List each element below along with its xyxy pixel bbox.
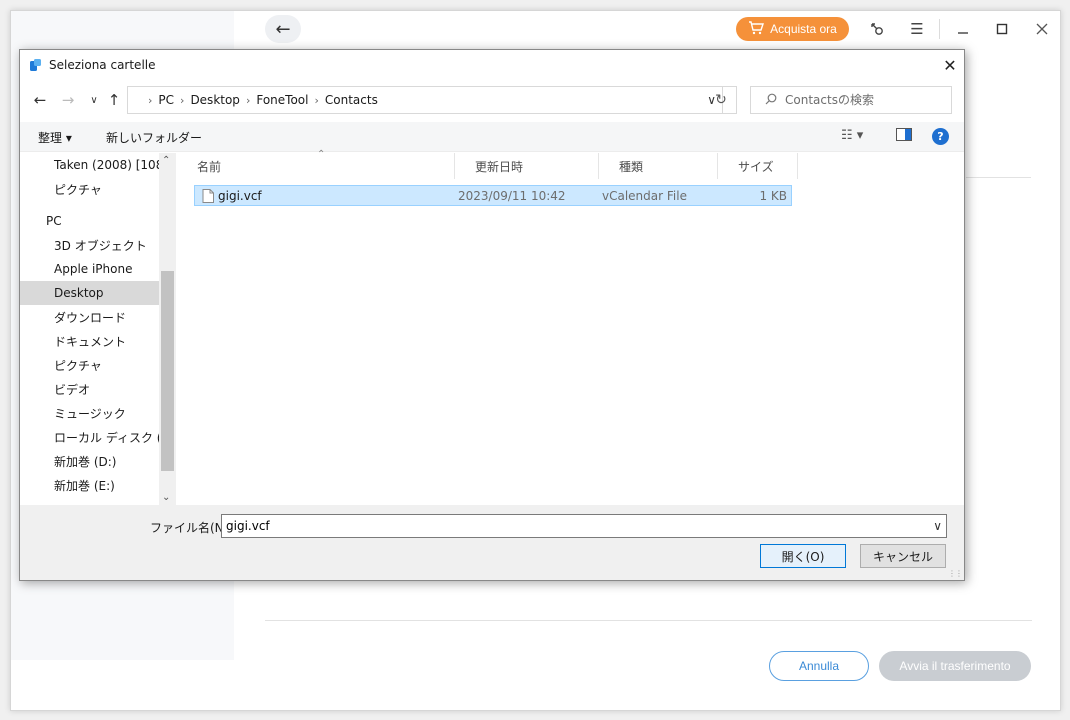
minimize-icon[interactable] — [951, 17, 975, 41]
file-modified: 2023/09/11 10:42 — [458, 189, 566, 203]
dialog-close-icon[interactable]: ✕ — [939, 54, 961, 76]
search-icon — [765, 93, 777, 108]
sort-ascending-icon: ⌃ — [317, 149, 326, 160]
preview-pane-icon[interactable] — [896, 128, 912, 145]
open-button[interactable]: 開く(O) — [760, 544, 846, 568]
nav-item[interactable]: ミュージック — [20, 401, 159, 425]
scroll-down-icon[interactable]: ⌄ — [162, 492, 170, 503]
cart-icon — [748, 20, 765, 38]
file-icon — [202, 189, 214, 203]
file-type: vCalendar File — [602, 189, 687, 203]
nav-item[interactable]: Desktop — [20, 281, 159, 305]
nav-item[interactable]: 3D オブジェクト — [20, 233, 159, 257]
column-header-name[interactable]: 名前 ⌃ — [177, 149, 455, 179]
nav-item[interactable]: Taken (2008) [1080p] — [20, 153, 176, 177]
breadcrumb-item[interactable]: FoneTool — [256, 93, 308, 107]
divider — [966, 177, 1031, 178]
nav-item[interactable]: ドキュメント — [20, 329, 159, 353]
refresh-icon[interactable]: ↻ — [706, 86, 737, 114]
search-input[interactable] — [785, 93, 935, 107]
nav-item[interactable]: ローカル ディスク (C:) — [20, 425, 176, 449]
recent-locations-chevron-icon[interactable]: ∨ — [84, 90, 104, 110]
column-header-type[interactable]: 種類 — [599, 153, 718, 179]
breadcrumb-item[interactable]: PC — [158, 93, 174, 107]
filename-input[interactable] — [226, 519, 916, 533]
app-logo-icon — [30, 59, 41, 71]
scrollbar-thumb[interactable] — [161, 271, 174, 471]
toolbar-divider — [939, 19, 940, 39]
breadcrumb-item[interactable]: Desktop — [190, 93, 240, 107]
maximize-icon[interactable] — [990, 17, 1014, 41]
close-icon[interactable] — [1030, 17, 1054, 41]
dialog-cancel-button[interactable]: キャンセル — [860, 544, 946, 568]
nav-item[interactable]: ピクチャ — [20, 353, 159, 377]
nav-forward-icon[interactable]: → — [58, 90, 78, 110]
help-icon[interactable]: ? — [932, 128, 949, 145]
breadcrumb-separator-icon[interactable]: › — [314, 94, 318, 107]
dialog-toolbar: 整理 ▾ 新しいフォルダー ☷ ▾ ? — [20, 122, 964, 152]
dialog-footer: ファイル名(N): ∨ 開く(O) キャンセル ⋮⋮ — [20, 505, 964, 580]
address-bar[interactable]: › PC › Desktop › FoneTool › Contacts ∨ — [127, 86, 723, 114]
buy-now-button[interactable]: Acquista ora — [736, 17, 849, 41]
nav-item[interactable]: ビデオ — [20, 377, 159, 401]
back-button[interactable]: ← — [265, 15, 301, 43]
search-box[interactable] — [750, 86, 952, 114]
nav-item[interactable]: 新加巻 (D:) — [20, 449, 159, 473]
scroll-up-icon[interactable]: ⌃ — [162, 155, 170, 166]
nav-item[interactable]: ダウンロード — [20, 305, 159, 329]
nav-scrollbar[interactable]: ⌃ ⌄ — [159, 153, 176, 505]
select-folder-dialog: Seleziona cartelle ✕ ← → ∨ ↑ › PC › Desktop… — [19, 49, 965, 581]
breadcrumb-separator-icon[interactable]: › — [180, 94, 184, 107]
breadcrumb-separator-icon[interactable]: › — [246, 94, 250, 107]
nav-back-icon[interactable]: ← — [30, 90, 50, 110]
file-name: gigi.vcf — [218, 189, 262, 203]
column-header-modified[interactable]: 更新日時 — [455, 153, 599, 179]
new-folder-button[interactable]: 新しいフォルダー — [106, 129, 202, 146]
dialog-titlebar: Seleziona cartelle ✕ — [20, 50, 964, 80]
file-row[interactable]: gigi.vcf 2023/09/11 10:42 vCalendar File… — [194, 185, 792, 206]
nav-item[interactable]: ピクチャ — [20, 177, 159, 201]
key-icon[interactable] — [865, 17, 889, 41]
breadcrumb-item[interactable]: Contacts — [325, 93, 378, 107]
file-list: 名前 ⌃ 更新日時 種類 サイズ gigi.vcf 2023/09/11 10:… — [177, 149, 964, 505]
nav-item[interactable]: 新加巻 (E:) — [20, 473, 159, 497]
organize-button[interactable]: 整理 ▾ — [38, 129, 72, 146]
breadcrumb: › PC › Desktop › FoneTool › Contacts — [128, 93, 378, 107]
navigation-pane: Taken (2008) [1080p] ピクチャ PC 3D オブジェクト Apple… — [20, 153, 176, 505]
nav-item[interactable]: Apple iPhone — [20, 257, 159, 281]
buy-now-label: Acquista ora — [770, 22, 837, 36]
filename-dropdown-icon[interactable]: ∨ — [933, 519, 942, 533]
view-options-icon[interactable]: ☷ ▾ — [841, 128, 863, 143]
breadcrumb-separator-icon[interactable]: › — [148, 94, 152, 107]
nav-up-icon[interactable]: ↑ — [104, 90, 124, 110]
file-size: 1 KB — [759, 189, 787, 203]
cancel-button[interactable]: Annulla — [769, 651, 869, 681]
column-header-size[interactable]: サイズ — [718, 153, 798, 179]
filename-combobox[interactable]: ∨ — [221, 514, 947, 538]
resize-grip-icon[interactable]: ⋮⋮ — [948, 569, 963, 578]
dialog-title: Seleziona cartelle — [49, 58, 156, 72]
start-transfer-button[interactable]: Avvia il trasferimento — [879, 651, 1031, 681]
menu-icon[interactable]: ☰ — [905, 17, 929, 41]
arrow-left-icon: ← — [275, 18, 291, 40]
nav-item[interactable]: PC — [20, 209, 159, 233]
divider — [265, 620, 1032, 621]
